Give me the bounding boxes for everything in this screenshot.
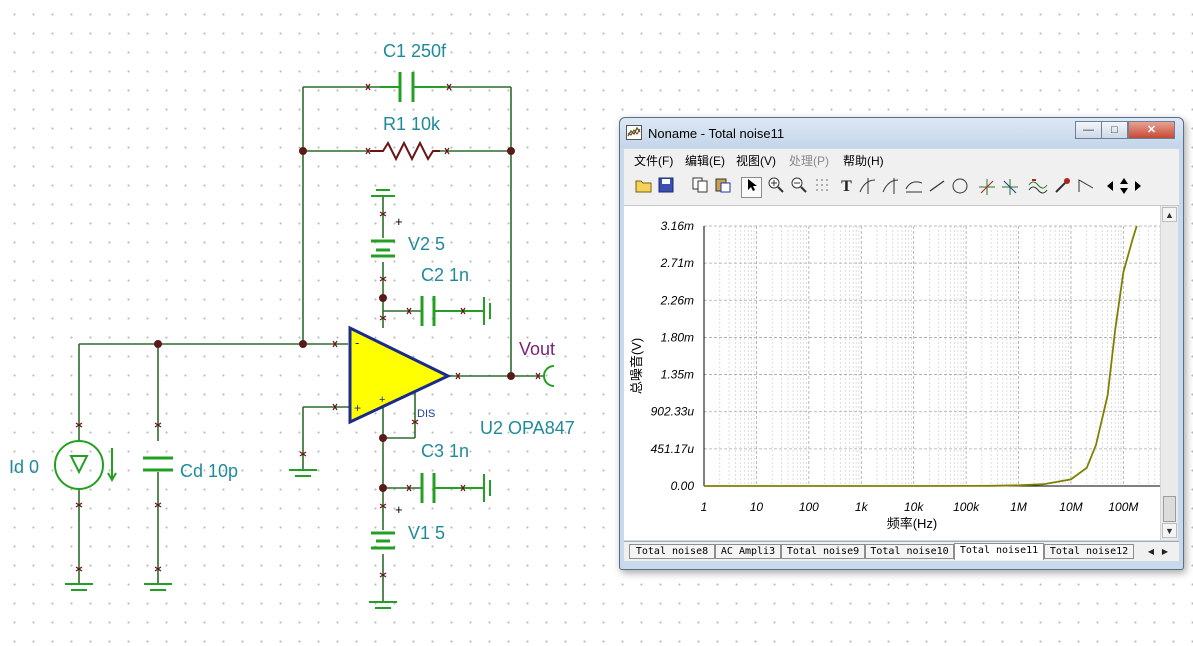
scroll-down-icon[interactable]: ▼ (1162, 523, 1177, 538)
tab-total-noise8[interactable]: Total noise8 (629, 544, 715, 559)
app-icon (626, 125, 642, 140)
x-tick-label: 100M (1108, 500, 1138, 514)
close-button[interactable]: ✕ (1128, 121, 1175, 139)
vertical-scrollbar[interactable]: ▲ ▼ (1160, 206, 1178, 540)
toolbar: T (624, 169, 1179, 206)
probe-icon[interactable] (1051, 177, 1072, 198)
v1-plus-sign: + (395, 502, 403, 517)
c3-label: C3 1n (421, 441, 469, 461)
menu-process[interactable]: 处理(P) (789, 152, 829, 169)
text-icon[interactable]: T (836, 177, 857, 198)
zoom-out-icon[interactable] (788, 177, 809, 198)
menu-file[interactable]: 文件(F) (634, 152, 673, 169)
title-bar[interactable]: Noname - Total noise11 — □ ✕ (620, 118, 1183, 148)
curve-icon[interactable] (903, 177, 924, 198)
x-tick-label: 10 (750, 500, 764, 514)
y-tick-label: 2.71m (660, 256, 694, 270)
scroll-thumb[interactable] (1163, 496, 1176, 522)
cursor-a-icon[interactable] (857, 177, 878, 198)
tab-total-noise10[interactable]: Total noise10 (865, 544, 954, 559)
v2-plus-sign: + (395, 214, 403, 229)
open-icon[interactable] (633, 177, 654, 198)
cd-label: Cd 10p (180, 461, 238, 481)
menu-help[interactable]: 帮助(H) (843, 152, 884, 169)
dis-label: DIS (417, 408, 435, 420)
menu-bar: 文件(F) 编辑(E) 视图(V) 处理(P) 帮助(H) (624, 149, 1179, 169)
tab-total-noise11[interactable]: Total noise11 (954, 543, 1044, 560)
x-tick-label: 10k (904, 500, 924, 514)
noise-series-line (704, 225, 1138, 487)
x-axis-label: 频率(Hz) (887, 516, 938, 531)
tab-scroll-right-icon[interactable]: ▶ (1159, 546, 1171, 558)
r1-label: R1 10k (383, 114, 441, 134)
y-tick-label: 2.26m (660, 293, 694, 307)
tangent-icon[interactable] (1075, 177, 1096, 198)
menu-view[interactable]: 视图(V) (736, 152, 776, 169)
c2-label: C2 1n (421, 265, 469, 285)
tab-total-noise12[interactable]: Total noise12 (1044, 544, 1134, 559)
x-tick-label: 1 (701, 500, 708, 514)
x-tick-label: 10M (1059, 500, 1082, 514)
zoom-in-icon[interactable] (765, 177, 786, 198)
y-tick-label: 0.00 (671, 479, 695, 493)
opamp-supply-plus-sign: + (379, 394, 385, 406)
noninverting-pin-sign: + (354, 401, 361, 415)
y-tick-label: 902.33u (651, 405, 695, 419)
nav-right-icon[interactable] (1132, 177, 1144, 198)
marker-a-icon[interactable] (976, 177, 997, 198)
c1-label: C1 250f (383, 41, 447, 61)
y-axis-label: 总噪音(V) (629, 338, 644, 394)
wires (78, 86, 545, 602)
v1-label: V1 5 (408, 523, 445, 543)
maximize-button[interactable]: □ (1101, 121, 1128, 139)
nav-updown-icon[interactable] (1117, 177, 1131, 198)
nav-left-icon[interactable] (1104, 177, 1116, 198)
x-tick-label: 1k (855, 500, 869, 514)
cursor-b-icon[interactable] (880, 177, 901, 198)
y-tick-label: 1.35m (661, 368, 694, 382)
copy-icon[interactable] (689, 177, 710, 198)
y-tick-label: 451.17u (651, 442, 695, 456)
circle-icon[interactable] (949, 177, 970, 198)
minimize-button[interactable]: — (1075, 121, 1102, 139)
x-tick-label: 100k (953, 500, 980, 514)
inverting-pin-sign: - (355, 335, 359, 350)
pointer-icon[interactable] (741, 177, 762, 198)
save-icon[interactable] (655, 177, 676, 198)
line-icon[interactable] (926, 177, 947, 198)
menu-edit[interactable]: 编辑(E) (685, 152, 725, 169)
u2-label: U2 OPA847 (480, 418, 575, 438)
grid-icon[interactable] (811, 177, 832, 198)
analysis-tabs: Total noise8 AC Ampli3 Total noise9 Tota… (624, 541, 1179, 561)
marker-b-icon[interactable] (999, 177, 1020, 198)
x-tick-label: 100 (799, 500, 819, 514)
vout-label: Vout (519, 339, 555, 359)
x-tick-label: 1M (1010, 500, 1027, 514)
pin-marks (75, 83, 541, 578)
tab-ac-ampli3[interactable]: AC Ampli3 (715, 544, 781, 559)
y-tick-label: 1.80m (661, 330, 694, 344)
scroll-up-icon[interactable]: ▲ (1162, 207, 1177, 222)
v2-label: V2 5 (408, 234, 445, 254)
paste-icon[interactable] (712, 177, 733, 198)
noise-chart[interactable]: 1 10 100 1k 10k 100k 1M 10M 100M 0.00 451.17u 902.3… (624, 206, 1161, 540)
tab-scroll-left-icon[interactable]: ◀ (1145, 546, 1157, 558)
tab-total-noise9[interactable]: Total noise9 (781, 544, 865, 559)
y-tick-label: 3.16m (661, 219, 694, 233)
id-label: Id 0 (9, 457, 39, 477)
wave-icon[interactable] (1027, 177, 1048, 198)
plot-area[interactable]: 1 10 100 1k 10k 100k 1M 10M 100M 0.00 451.17u 902.3… (624, 206, 1161, 540)
noise-analysis-window: Noname - Total noise11 — □ ✕ 文件(F) 编辑(E)… (619, 117, 1184, 570)
window-title: Noname - Total noise11 (648, 126, 785, 141)
